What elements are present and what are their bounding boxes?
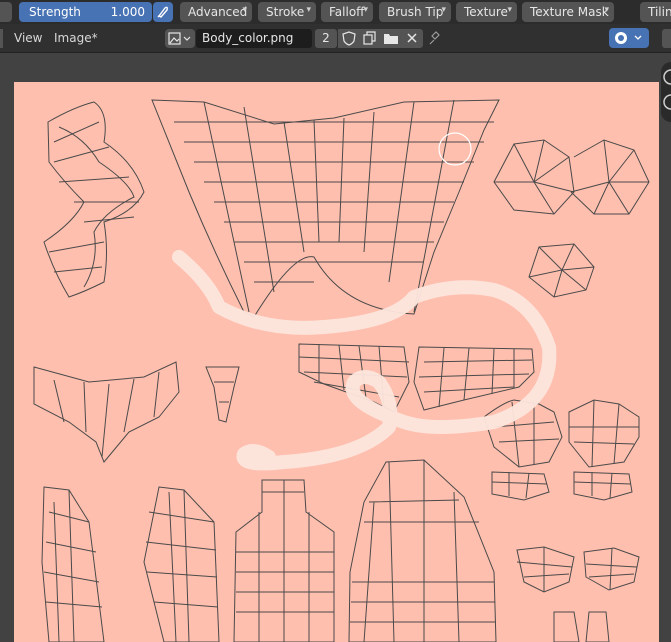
chevron-down-icon: ▾ (363, 5, 368, 15)
pressure-icon[interactable] (153, 2, 173, 22)
image-browse-icon[interactable] (165, 29, 195, 48)
chevron-down-icon: ▾ (441, 5, 446, 15)
chevron-down-icon: ▾ (242, 5, 247, 15)
strength-slider[interactable]: Strength 1.000 (19, 2, 152, 22)
texture-mask-menu[interactable]: Texture Mask ▾ (522, 2, 614, 22)
uv-layout (33, 99, 650, 642)
advanced-menu[interactable]: Advanced ▾ (180, 2, 252, 22)
brush-tip-menu[interactable]: Brush Tip ▾ (379, 2, 451, 22)
close-icon[interactable] (401, 29, 423, 48)
brush-cursor (438, 132, 472, 166)
pin-icon[interactable] (427, 29, 441, 48)
image-name-field[interactable]: Body_color.png (196, 29, 312, 48)
chevron-down-icon: ▾ (507, 5, 512, 15)
strength-value: 1.000 (110, 5, 145, 19)
stroke-menu[interactable]: Stroke ▾ (258, 2, 316, 22)
tool-settings-bar: Strength 1.000 Advanced ▾ Stroke ▾ Falloff… (0, 0, 671, 24)
chevron-down-icon: ▾ (604, 5, 609, 15)
brush-icon[interactable] (0, 2, 12, 22)
texture-canvas[interactable] (14, 82, 659, 642)
view-menu[interactable]: View (14, 31, 42, 45)
texture-menu[interactable]: Texture ▾ (456, 2, 517, 22)
shield-icon[interactable] (338, 29, 360, 48)
tiling-menu[interactable]: Tilin (640, 2, 671, 22)
duplicate-icon[interactable] (359, 29, 381, 48)
sidebar-toggle[interactable] (662, 29, 671, 48)
chevron-down-icon: ▾ (306, 5, 311, 15)
editor-type-button[interactable] (0, 29, 3, 48)
user-count[interactable]: 2 (315, 29, 337, 48)
gizmo-icon[interactable] (609, 28, 649, 48)
falloff-menu[interactable]: Falloff ▾ (321, 2, 373, 22)
navigation-gizmo[interactable] (661, 62, 671, 122)
folder-icon[interactable] (380, 29, 402, 48)
image-menu[interactable]: Image* (54, 31, 98, 45)
strength-label: Strength (29, 5, 81, 19)
image-name-text: Body_color.png (202, 31, 294, 45)
